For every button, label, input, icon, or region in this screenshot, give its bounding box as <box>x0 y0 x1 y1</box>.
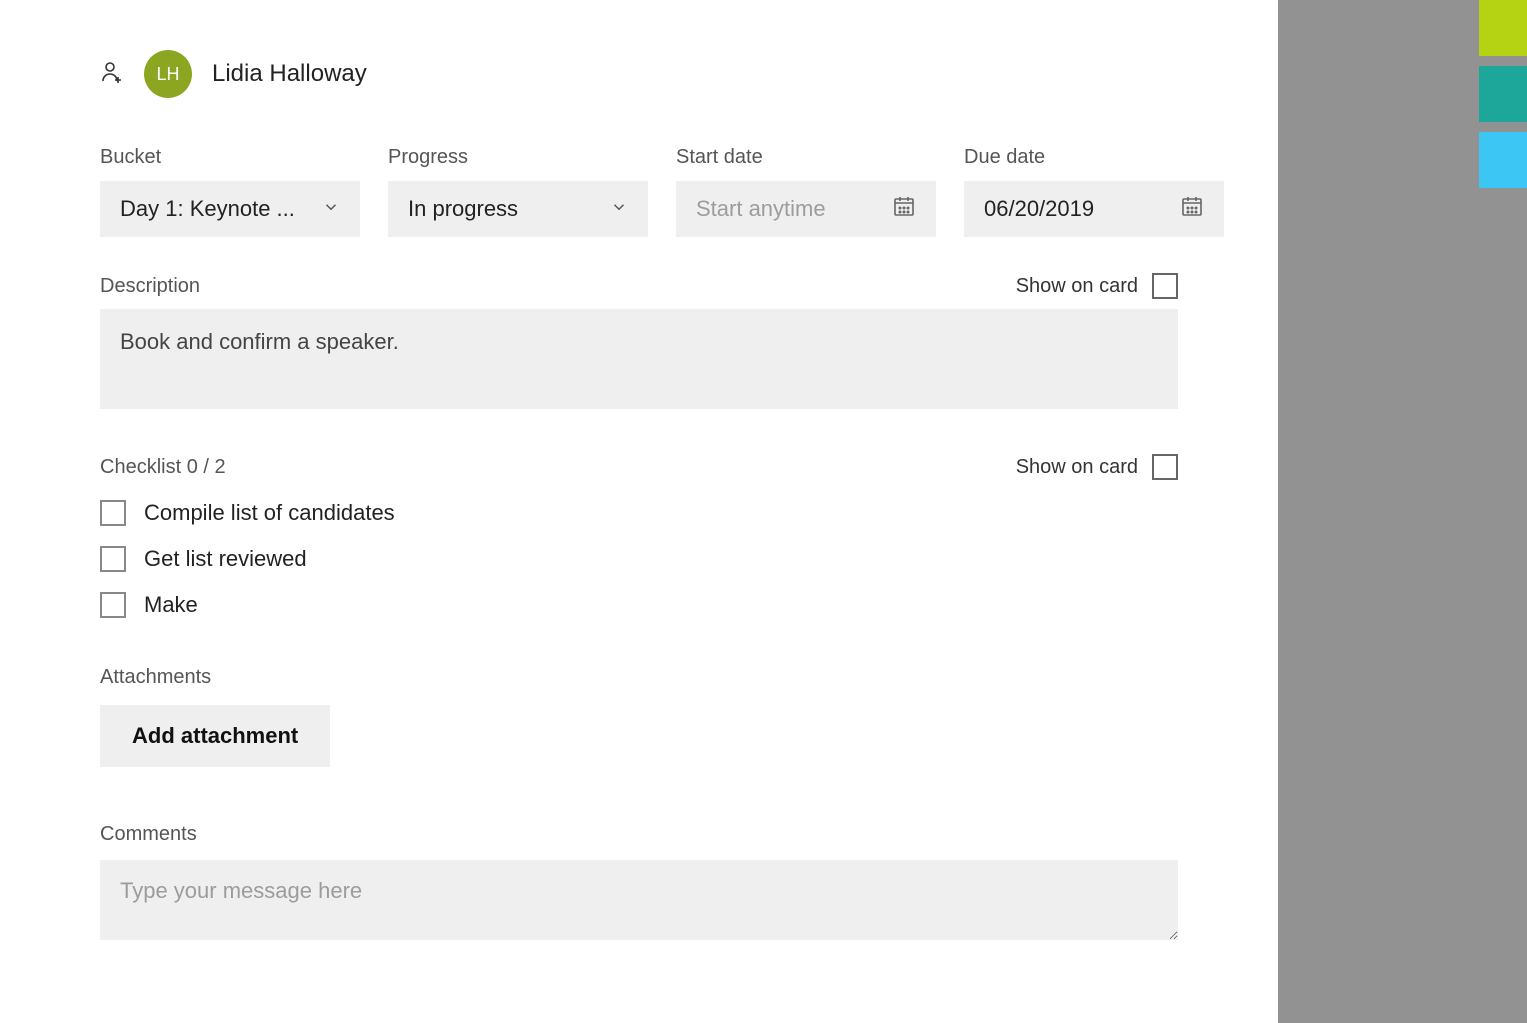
checklist-item-text: Make <box>144 592 198 618</box>
checkbox-icon[interactable] <box>1152 454 1178 480</box>
start-date-input-wrap[interactable] <box>676 181 936 237</box>
checklist-item[interactable]: Compile list of candidates <box>100 500 1178 526</box>
attachments-section: Attachments Add attachment <box>100 666 1178 767</box>
checklist-item[interactable]: Make <box>100 592 1178 618</box>
task-detail-panel: LH Lidia Halloway Bucket Day 1: Keynote … <box>0 0 1278 1023</box>
bucket-label: Bucket <box>100 146 360 169</box>
comments-section: Comments <box>100 823 1178 945</box>
due-date-input-wrap[interactable] <box>964 181 1224 237</box>
comments-input[interactable] <box>100 860 1178 940</box>
checkbox-icon[interactable] <box>100 500 126 526</box>
start-date-field: Start date <box>676 146 936 237</box>
bucket-select[interactable]: Day 1: Keynote ... <box>100 181 360 237</box>
progress-field: Progress In progress <box>388 146 648 237</box>
add-person-icon[interactable] <box>100 60 124 89</box>
due-date-field: Due date <box>964 146 1224 237</box>
start-date-input[interactable] <box>696 196 876 222</box>
bucket-value: Day 1: Keynote ... <box>120 196 295 222</box>
checkbox-icon[interactable] <box>100 546 126 572</box>
checkbox-icon[interactable] <box>100 592 126 618</box>
assignee-name: Lidia Halloway <box>212 60 367 88</box>
progress-select[interactable]: In progress <box>388 181 648 237</box>
bucket-field: Bucket Day 1: Keynote ... <box>100 146 360 237</box>
checklist-item[interactable]: Get list reviewed <box>100 546 1178 572</box>
progress-label: Progress <box>388 146 648 169</box>
checklist-label: Checklist 0 / 2 <box>100 456 226 479</box>
progress-value: In progress <box>408 196 518 222</box>
checklist-header: Checklist 0 / 2 Show on card <box>100 454 1178 480</box>
checklist-section: Checklist 0 / 2 Show on card Compile lis… <box>100 454 1178 618</box>
chevron-down-icon <box>322 196 340 222</box>
add-attachment-button[interactable]: Add attachment <box>100 705 330 767</box>
calendar-icon[interactable] <box>892 194 916 224</box>
label-tab-green[interactable] <box>1479 0 1527 56</box>
checklist-item-text: Get list reviewed <box>144 546 307 572</box>
label-tab-teal[interactable] <box>1479 66 1527 122</box>
start-date-label: Start date <box>676 146 936 169</box>
description-show-on-card[interactable]: Show on card <box>1016 273 1178 299</box>
due-date-input[interactable] <box>984 196 1164 222</box>
show-on-card-label: Show on card <box>1016 456 1138 479</box>
comments-label: Comments <box>100 823 197 845</box>
calendar-icon[interactable] <box>1180 194 1204 224</box>
fields-row: Bucket Day 1: Keynote ... Progress In pr… <box>100 146 1178 237</box>
label-tab-blue[interactable] <box>1479 132 1527 188</box>
description-textarea[interactable] <box>100 309 1178 409</box>
attachments-label: Attachments <box>100 666 211 688</box>
assignee-row: LH Lidia Halloway <box>100 50 1178 98</box>
chevron-down-icon <box>610 196 628 222</box>
description-header: Description Show on card <box>100 273 1178 299</box>
checkbox-icon[interactable] <box>1152 273 1178 299</box>
checklist-item-text: Compile list of candidates <box>144 500 395 526</box>
show-on-card-label: Show on card <box>1016 275 1138 298</box>
description-label: Description <box>100 275 200 298</box>
avatar[interactable]: LH <box>144 50 192 98</box>
due-date-label: Due date <box>964 146 1224 169</box>
checklist-show-on-card[interactable]: Show on card <box>1016 454 1178 480</box>
